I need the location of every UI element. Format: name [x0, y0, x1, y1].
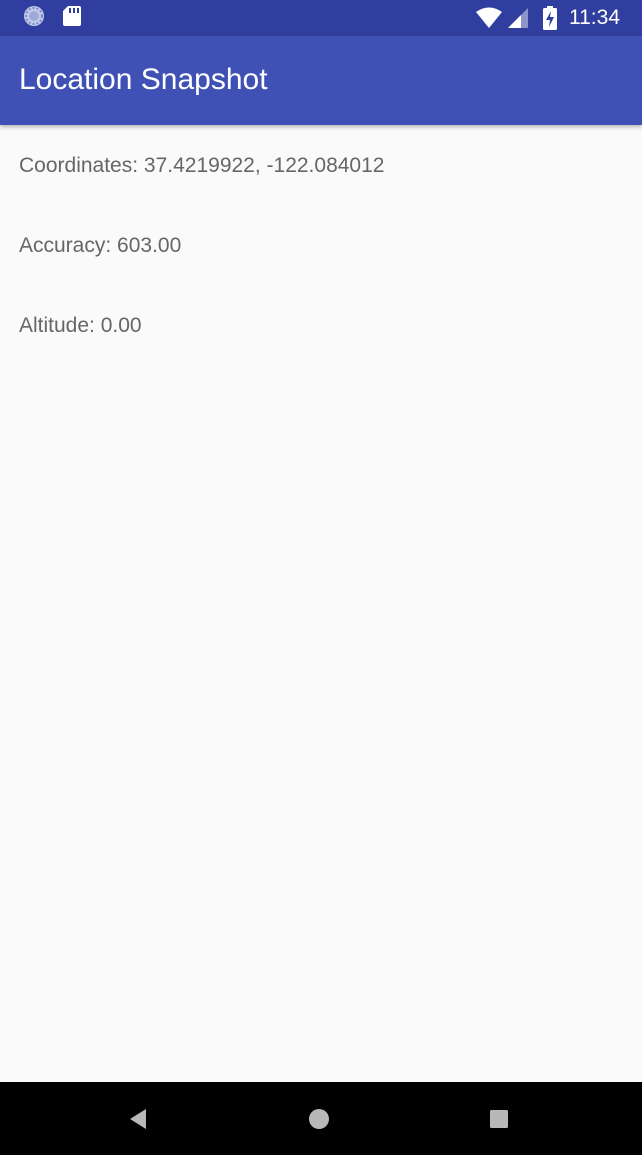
accuracy-text: Accuracy: 603.00: [19, 234, 182, 257]
app-title: Location Snapshot: [19, 63, 268, 96]
altitude-text: Altitude: 0.00: [19, 314, 142, 337]
wifi-icon: [475, 7, 503, 29]
status-bar: 11:34: [0, 0, 642, 36]
coordinates-text: Coordinates: 37.4219922, -122.084012: [19, 154, 385, 177]
cellular-signal-icon: [507, 7, 529, 29]
main-content: Coordinates: 37.4219922, -122.084012 Acc…: [0, 125, 642, 1082]
battery-charging-icon: [543, 6, 557, 30]
recents-button[interactable]: [485, 1105, 513, 1133]
recents-icon: [489, 1109, 509, 1129]
sd-card-icon: [62, 4, 82, 33]
app-bar: Location Snapshot: [0, 36, 642, 125]
home-icon: [308, 1108, 330, 1130]
back-icon: [127, 1108, 149, 1130]
home-button[interactable]: [305, 1105, 333, 1133]
status-clock: 11:34: [569, 6, 620, 29]
status-right-icons: 11:34: [475, 6, 620, 30]
navigation-bar: [0, 1082, 642, 1155]
sync-icon: [22, 4, 46, 33]
back-button[interactable]: [124, 1105, 152, 1133]
status-left-icons: [22, 4, 82, 33]
